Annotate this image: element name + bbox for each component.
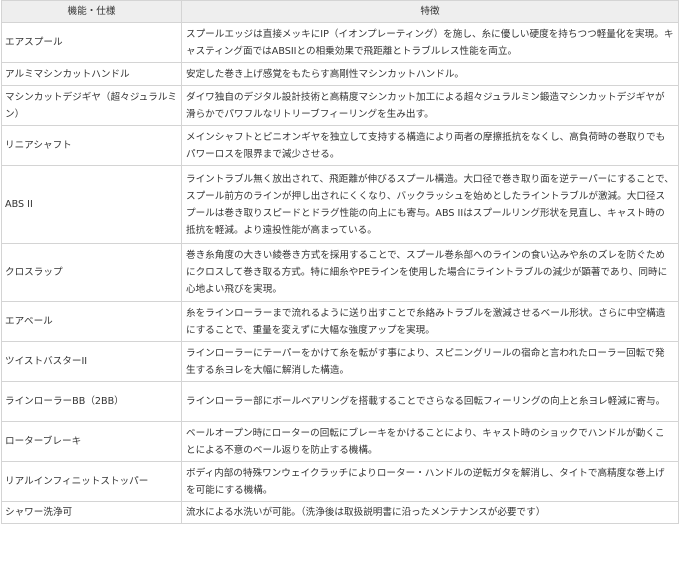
table-row: エアベール 糸をラインローラーまで流れるように送り出すことで糸絡みトラブルを激減… — [1, 301, 679, 342]
feature-cell: クロスラップ — [1, 243, 182, 302]
header-feature: 機能・仕様 — [1, 0, 182, 23]
feature-cell: リニアシャフト — [1, 125, 182, 166]
feature-cell: シャワー洗浄可 — [1, 501, 182, 524]
description-cell: 糸をラインローラーまで流れるように送り出すことで糸絡みトラブルを激減させるベール… — [181, 301, 679, 342]
feature-cell: エアスプール — [1, 22, 182, 63]
description-cell: ベールオープン時にローターの回転にブレーキをかけることにより、キャスト時のショッ… — [181, 421, 679, 462]
feature-cell: ツイストバスターII — [1, 341, 182, 382]
description-cell: ボディ内部の特殊ワンウェイクラッチによりローター・ハンドルの逆転ガタを解消し、タ… — [181, 461, 679, 502]
description-cell: ラインローラー部にボールベアリングを搭載することでさらなる回転フィーリングの向上… — [181, 381, 679, 422]
feature-cell: ラインローラーBB（2BB） — [1, 381, 182, 422]
table-row: ABS II ライントラブル無く放出されて、飛距離が伸びるスプール構造。大口径で… — [1, 165, 679, 244]
table-row: シャワー洗浄可 流水による水洗いが可能。（洗浄後は取扱説明書に沿ったメンテナンス… — [1, 501, 679, 524]
description-cell: 安定した巻き上げ感覚をもたらす高剛性マシンカットハンドル。 — [181, 62, 679, 86]
feature-cell: マシンカットデジギヤ（超々ジュラルミン） — [1, 85, 182, 126]
table-row: マシンカットデジギヤ（超々ジュラルミン） ダイワ独自のデジタル設計技術と高精度マ… — [1, 85, 679, 126]
description-cell: メインシャフトとピニオンギヤを独立して支持する構造により両者の摩擦抵抗をなくし、… — [181, 125, 679, 166]
description-cell: スプールエッジは直接メッキにIP（イオンプレーティング）を施し、糸に優しい硬度を… — [181, 22, 679, 63]
table-row: リニアシャフト メインシャフトとピニオンギヤを独立して支持する構造により両者の摩… — [1, 125, 679, 166]
header-row: 機能・仕様 特徴 — [1, 0, 679, 23]
table-row: クロスラップ 巻き糸角度の大きい綾巻き方式を採用することで、スプール巻糸部へのラ… — [1, 243, 679, 302]
table-row: エアスプール スプールエッジは直接メッキにIP（イオンプレーティング）を施し、糸… — [1, 22, 679, 63]
spec-table: 機能・仕様 特徴 エアスプール スプールエッジは直接メッキにIP（イオンプレーテ… — [1, 0, 679, 524]
table-row: ツイストバスターII ラインローラーにテーパーをかけて糸を転がす事により、スピニ… — [1, 341, 679, 382]
table-row: ラインローラーBB（2BB） ラインローラー部にボールベアリングを搭載することで… — [1, 381, 679, 422]
feature-cell: エアベール — [1, 301, 182, 342]
feature-cell: ABS II — [1, 165, 182, 244]
description-cell: 巻き糸角度の大きい綾巻き方式を採用することで、スプール巻糸部へのラインの食い込み… — [181, 243, 679, 302]
description-cell: ダイワ独自のデジタル設計技術と高精度マシンカット加工による超々ジュラルミン鍛造マ… — [181, 85, 679, 126]
table-row: アルミマシンカットハンドル 安定した巻き上げ感覚をもたらす高剛性マシンカットハン… — [1, 62, 679, 86]
feature-cell: リアルインフィニットストッパー — [1, 461, 182, 502]
header-description: 特徴 — [181, 0, 679, 23]
description-cell: ラインローラーにテーパーをかけて糸を転がす事により、スピニングリールの宿命と言わ… — [181, 341, 679, 382]
description-cell: 流水による水洗いが可能。（洗浄後は取扱説明書に沿ったメンテナンスが必要です） — [181, 501, 679, 524]
table-row: ローターブレーキ ベールオープン時にローターの回転にブレーキをかけることにより、… — [1, 421, 679, 462]
feature-cell: ローターブレーキ — [1, 421, 182, 462]
feature-cell: アルミマシンカットハンドル — [1, 62, 182, 86]
description-cell: ライントラブル無く放出されて、飛距離が伸びるスプール構造。大口径で巻き取り面を逆… — [181, 165, 679, 244]
table-row: リアルインフィニットストッパー ボディ内部の特殊ワンウェイクラッチによりローター… — [1, 461, 679, 502]
